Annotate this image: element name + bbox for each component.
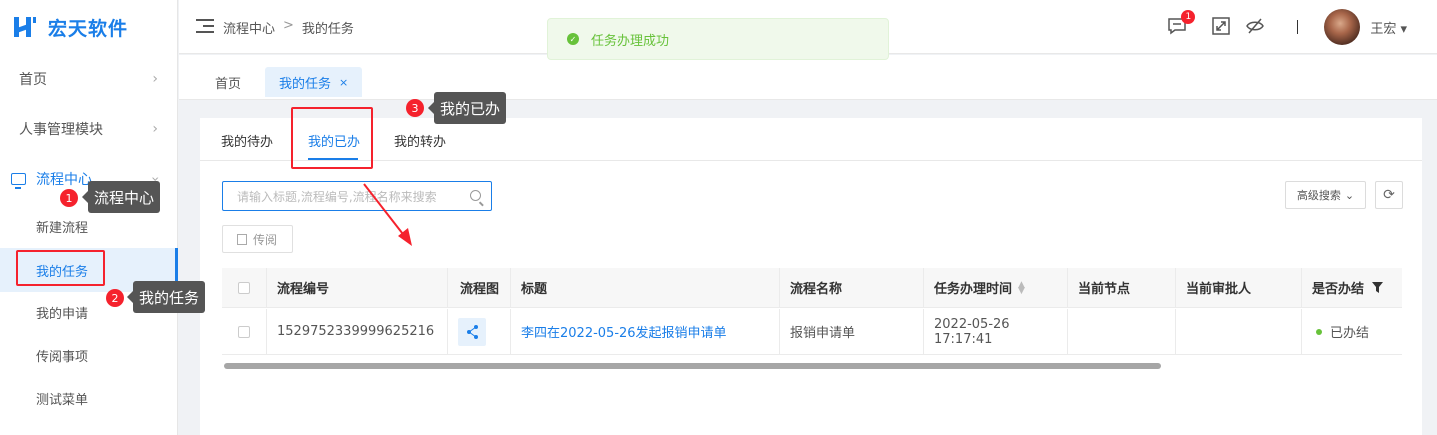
message-icon[interactable]: 1	[1167, 10, 1196, 38]
annotation-tooltip-my-tasks: 我的任务	[126, 281, 206, 313]
cell-handled-time: 2022-05-26 17:17:41	[924, 309, 1068, 354]
sidebar-subitem-circulation[interactable]: 传阅事项	[0, 333, 178, 377]
header-divider	[1297, 20, 1299, 34]
breadcrumb-separator: >	[283, 18, 294, 33]
success-toast: ✓ 任务办理成功	[547, 18, 889, 60]
cell-current-node	[1068, 309, 1176, 354]
horizontal-scrollbar[interactable]	[224, 363, 1161, 369]
cell-status: 已办结	[1302, 309, 1402, 354]
advanced-search-label: 高级搜索	[1296, 189, 1341, 202]
breadcrumb-item: 我的任务	[301, 22, 354, 37]
notification-badge: 1	[1181, 10, 1196, 24]
chevron-right-icon: ›	[152, 121, 158, 137]
sidebar-item-hr[interactable]: 人事管理模块 ›	[0, 104, 178, 154]
content-card: 我的待办 我的已办 我的转办 请输入标题,流程编号,流程名称来搜索 传阅 高级搜…	[200, 118, 1422, 435]
breadcrumb: 流程中心 > 我的任务	[223, 18, 354, 37]
sidebar-item-home[interactable]: 首页 ›	[0, 54, 178, 104]
logo-icon	[12, 14, 38, 40]
sub-tabs: 我的待办 我的已办 我的转办	[200, 118, 1422, 161]
sidebar-subitem-label: 传阅事项	[36, 349, 89, 365]
col-current-node: 当前节点	[1068, 268, 1176, 307]
sidebar-item-label: 人事管理模块	[19, 122, 103, 138]
annotation-number: 1	[60, 189, 78, 207]
eye-off-icon[interactable]	[1245, 16, 1267, 38]
col-completed[interactable]: 是否办结	[1302, 268, 1402, 307]
toast-message: 任务办理成功	[591, 33, 670, 49]
sidebar-item-label: 首页	[19, 72, 47, 88]
sidebar-subitem-label: 测试菜单	[36, 392, 89, 408]
table-header: 流程编号 流程图 标题 流程名称 任务办理时间 ▲ ▼ 当前节点 当前审批人 是否办…	[222, 268, 1402, 308]
brand-name: 宏天软件	[48, 17, 129, 40]
circulate-button[interactable]: 传阅	[222, 225, 293, 253]
filter-icon	[1372, 282, 1384, 293]
cell-current-approver	[1176, 309, 1302, 354]
menu-collapse-icon[interactable]	[196, 19, 214, 33]
circulate-label: 传阅	[253, 232, 278, 247]
header-actions: 1 王宏 ▾	[1167, 0, 1437, 54]
annotation-number: 3	[406, 99, 424, 117]
row-checkbox[interactable]	[222, 309, 267, 354]
table-row[interactable]: 1529752339999625216 李四在2022-05-26发起报销申请单…	[222, 309, 1402, 355]
col-title: 标题	[511, 268, 780, 307]
annotation-tooltip-my-done: 我的已办	[427, 92, 507, 124]
monitor-icon	[11, 173, 26, 189]
search-icon[interactable]	[470, 190, 481, 201]
fullscreen-icon[interactable]	[1211, 16, 1233, 38]
document-icon	[237, 233, 247, 245]
sidebar-item-label: 流程中心	[36, 172, 92, 188]
col-handled-time[interactable]: 任务办理时间 ▲ ▼	[924, 268, 1068, 307]
logo: 宏天软件	[0, 0, 177, 54]
col-process-name: 流程名称	[780, 268, 924, 307]
annotation-tooltip-process-center: 流程中心	[81, 181, 161, 213]
tab-my-todo[interactable]: 我的待办	[221, 131, 273, 150]
page-tabs-bar: 首页 我的任务 ×	[179, 55, 1437, 100]
annotation-number: 2	[106, 289, 124, 307]
close-icon[interactable]: ×	[339, 76, 348, 89]
avatar[interactable]	[1324, 9, 1361, 45]
tab-my-transferred[interactable]: 我的转办	[394, 131, 446, 150]
col-current-approver: 当前审批人	[1176, 268, 1302, 307]
check-circle-icon: ✓	[567, 33, 579, 45]
status-dot	[1316, 328, 1322, 335]
select-all-checkbox[interactable]	[222, 268, 267, 307]
sidebar-subitem-label: 新建流程	[36, 220, 89, 236]
username[interactable]: 王宏 ▾	[1370, 18, 1407, 37]
chevron-down-icon: ⌄	[1344, 188, 1355, 202]
chevron-right-icon: ›	[152, 71, 158, 87]
cell-process-name: 报销申请单	[780, 309, 924, 354]
cell-flowchart	[448, 309, 511, 354]
page-tab-my-tasks[interactable]: 我的任务 ×	[265, 67, 363, 97]
cell-process-id: 1529752339999625216	[267, 309, 448, 354]
annotation-highlight-my-tasks	[16, 250, 105, 286]
col-process-id: 流程编号	[267, 268, 448, 307]
sidebar-subitem-test-menu[interactable]: 测试菜单	[0, 376, 178, 420]
flowchart-icon[interactable]	[458, 317, 486, 346]
col-flowchart: 流程图	[448, 268, 511, 307]
advanced-search-button[interactable]: 高级搜索 ⌄	[1285, 181, 1366, 209]
status-badge: 已办结	[1330, 326, 1370, 341]
cell-title-link[interactable]: 李四在2022-05-26发起报销申请单	[511, 309, 780, 354]
refresh-icon[interactable]: ⟳	[1375, 181, 1403, 209]
page-tab-home[interactable]: 首页	[215, 67, 241, 97]
search-input[interactable]: 请输入标题,流程编号,流程名称来搜索	[222, 181, 492, 211]
breadcrumb-item[interactable]: 流程中心	[223, 18, 275, 37]
sidebar-subitem-label: 我的申请	[36, 306, 89, 322]
annotation-highlight-my-done	[291, 107, 373, 169]
sidebar: 宏天软件 首页 › 人事管理模块 › 流程中心 › 新建流程 我的任务 我的申请…	[0, 0, 178, 435]
annotation-arrow-icon	[363, 183, 412, 246]
sort-icon[interactable]: ▲ ▼	[1018, 280, 1025, 295]
